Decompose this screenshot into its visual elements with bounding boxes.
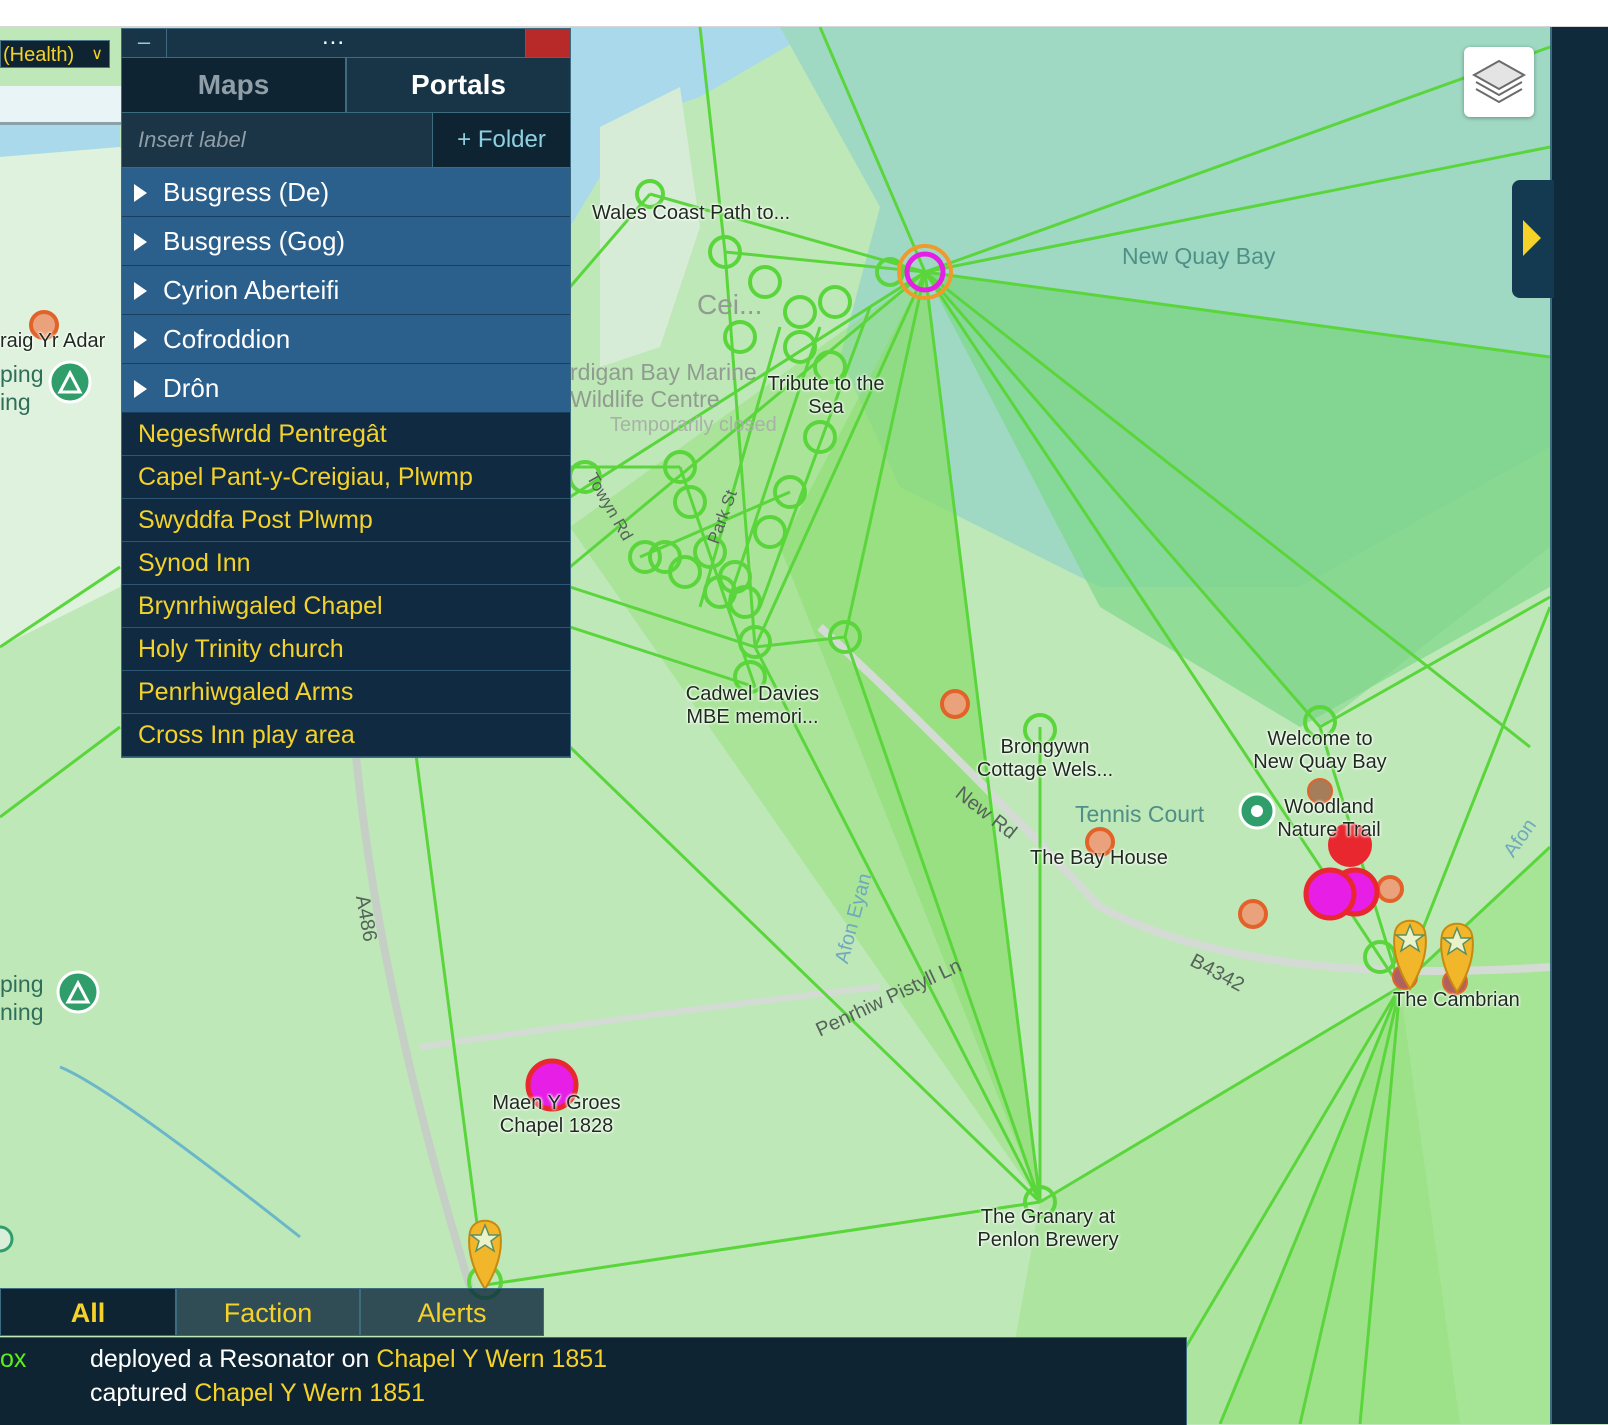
map-label-camping-1b: ing: [0, 389, 31, 415]
folder-label: Drôn: [163, 373, 220, 403]
drag-handle[interactable]: ...: [322, 23, 345, 51]
chat-tabs: All Faction Alerts: [0, 1288, 544, 1338]
chat-tab-alerts[interactable]: Alerts: [360, 1288, 544, 1336]
folder-item[interactable]: Busgress (Gog): [122, 217, 570, 266]
map-label-woodland: Woodland Nature Trail: [1277, 796, 1381, 841]
chat-portal-link[interactable]: Chapel Y Wern 1851: [376, 1345, 607, 1373]
chevron-down-icon: ∨: [91, 46, 103, 63]
browser-top-strip: [0, 0, 1608, 27]
panel-tabs: Maps Portals: [122, 58, 570, 113]
portal-list-item[interactable]: Synod Inn: [122, 542, 570, 585]
portal-list-item[interactable]: Swyddfa Post Plwmp: [122, 499, 570, 542]
map-label-tribute: Tribute to the Sea: [767, 373, 885, 418]
map-label-town: Cei...: [697, 289, 763, 320]
portals-panel: – ... Maps Portals + Folder Busgress (De…: [121, 23, 571, 758]
portal-list-item[interactable]: Cross Inn play area: [122, 714, 570, 757]
health-select[interactable]: (Health) ∨: [0, 40, 110, 68]
folder-item[interactable]: Drôn: [122, 364, 570, 413]
offscreen-portal[interactable]: [0, 1225, 14, 1253]
right-sidebar: [1550, 27, 1608, 1424]
folder-item[interactable]: Cyrion Aberteifi: [122, 266, 570, 315]
chat-message: deployed a Resonator on: [90, 1345, 377, 1373]
folder-triangle-icon: [134, 331, 147, 349]
chat-nick[interactable]: ox: [0, 1344, 90, 1374]
folder-triangle-icon: [134, 233, 147, 251]
chat-message: captured: [90, 1379, 195, 1407]
map-label-tennis-court: Tennis Court: [1075, 801, 1205, 827]
map-label-brongywn: Brongywn Cottage Wels...: [976, 736, 1114, 781]
close-button[interactable]: [525, 29, 570, 57]
label-row: + Folder: [122, 113, 570, 168]
folder-triangle-icon: [134, 282, 147, 300]
sidebar-toggle[interactable]: [1512, 180, 1554, 298]
tab-portals[interactable]: Portals: [345, 58, 570, 112]
panel-titlebar[interactable]: – ...: [122, 23, 570, 58]
folder-triangle-icon: [134, 380, 147, 398]
chat-tab-all[interactable]: All: [0, 1288, 176, 1336]
layers-button[interactable]: [1464, 47, 1534, 117]
minimize-button[interactable]: –: [122, 29, 167, 57]
folder-item[interactable]: Busgress (De): [122, 168, 570, 217]
folder-label: Busgress (De): [163, 177, 330, 207]
chat-line: captured Chapel Y Wern 1851: [0, 1378, 425, 1408]
portal-list-item[interactable]: Capel Pant-y-Creigiau, Plwmp: [122, 456, 570, 499]
stream: [59, 1065, 301, 1239]
label-input[interactable]: [122, 113, 432, 167]
panel-expand-arrow-icon: [1523, 220, 1541, 256]
portal-list-item[interactable]: Negesfwrdd Pentregât: [122, 413, 570, 456]
map-label-new-quay-bay: New Quay Bay: [1122, 243, 1276, 269]
map-label-camping-2a: ping: [0, 971, 44, 997]
folder-label: Busgress (Gog): [163, 226, 346, 256]
health-select-value: (Health): [3, 44, 75, 66]
portal-list-item[interactable]: Brynrhiwgaled Chapel: [122, 585, 570, 628]
folder-triangle-icon: [134, 184, 147, 202]
tab-maps[interactable]: Maps: [122, 58, 345, 112]
chat-portal-link[interactable]: Chapel Y Wern 1851: [194, 1379, 425, 1407]
map-label-camping-1a: ping: [0, 361, 44, 387]
land-headland: [600, 87, 700, 367]
map-label-craig-yr-adar: raig Yr Adar: [0, 330, 106, 352]
map-label-cambrian: The Cambrian: [1393, 989, 1520, 1011]
map-label-temporarily-closed: Temporarily closed: [610, 414, 777, 436]
map-label-maen-y-groes: Maen Y Groes Chapel 1828: [492, 1092, 621, 1137]
map-label-cadwel: Cadwel Davies MBE memori...: [685, 683, 820, 728]
map-label-welcome: Welcome to New Quay Bay: [1253, 728, 1387, 773]
folder-label: Cofroddion: [163, 324, 291, 354]
map-label-camping-2b: ning: [0, 999, 44, 1025]
chat-line: ox deployed a Resonator on Chapel Y Wern …: [0, 1344, 607, 1374]
add-folder-button[interactable]: + Folder: [432, 113, 570, 167]
folder-item[interactable]: Cofroddion: [122, 315, 570, 364]
portal-list-item[interactable]: Penrhiwgaled Arms: [122, 671, 570, 714]
map-label-bay-house: The Bay House: [1030, 847, 1168, 869]
map-label-wales-coast: Wales Coast Path to...: [592, 202, 791, 224]
folder-label: Cyrion Aberteifi: [163, 275, 340, 305]
road-penrhiw: [419, 984, 881, 1050]
chat-tab-faction[interactable]: Faction: [176, 1288, 360, 1336]
map-label-granary: The Granary at Penlon Brewery: [977, 1206, 1119, 1251]
layers-icon: [1471, 59, 1527, 104]
portal-list-item[interactable]: Holy Trinity church: [122, 628, 570, 671]
road-a486: [346, 666, 474, 1289]
chat-log[interactable]: ox deployed a Resonator on Chapel Y Wern …: [0, 1337, 1187, 1425]
